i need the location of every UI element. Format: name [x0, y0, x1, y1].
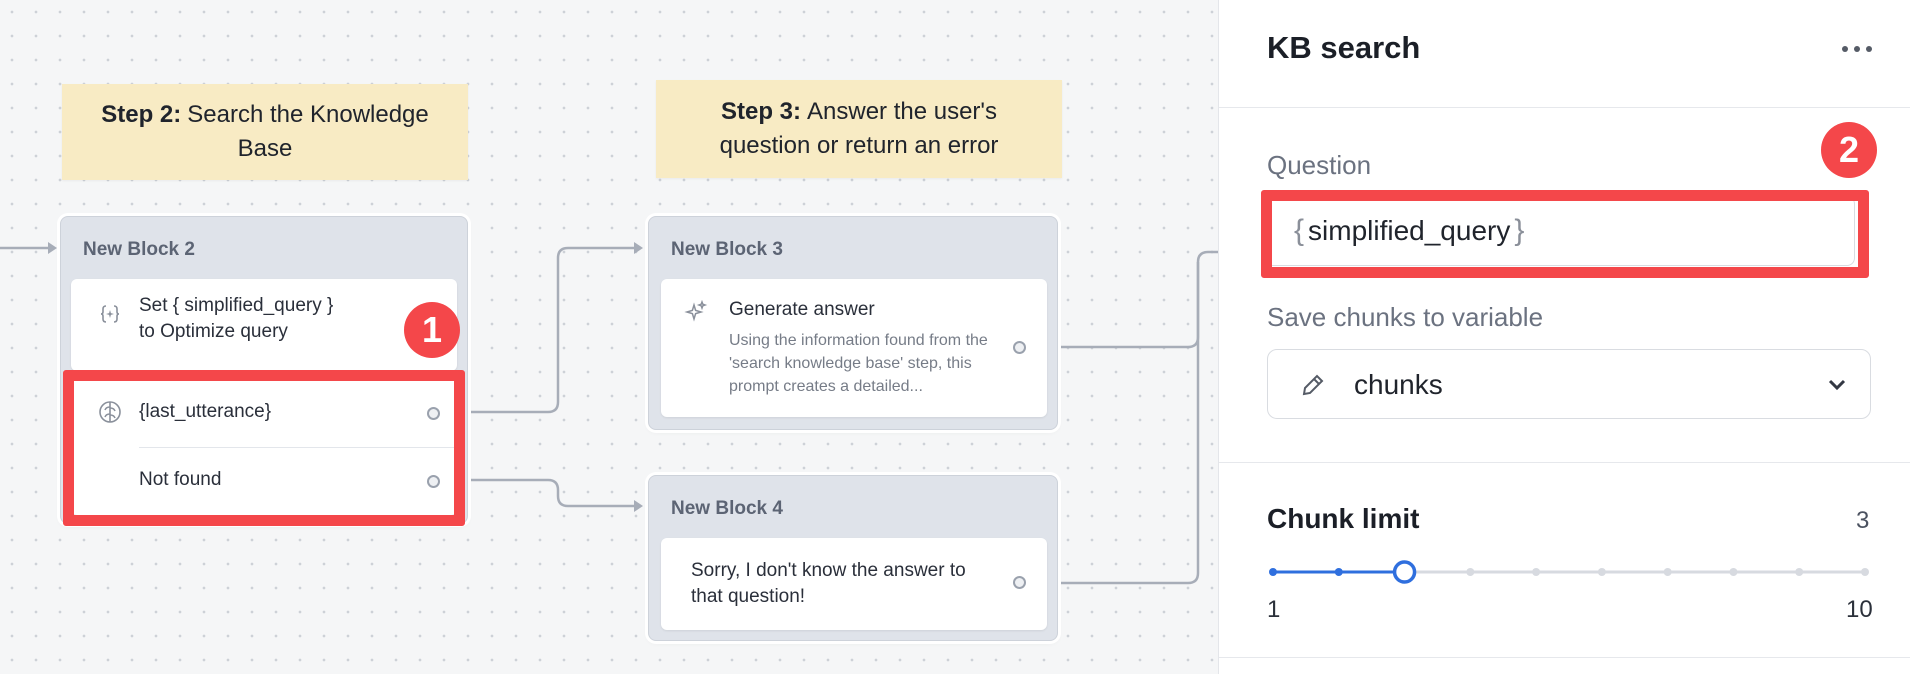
message-text: Sorry, I don't know the answer to that q…: [691, 560, 966, 607]
kb-search-panel: KB search Question 2 { simplified_query …: [1218, 0, 1910, 674]
connection-block4-out: [1047, 262, 1200, 585]
slider-tick: [1795, 568, 1804, 576]
block-new-block-3[interactable]: New Block 3 Generate answer Using the in…: [648, 216, 1058, 430]
chunk-limit-slider[interactable]: [1267, 560, 1871, 584]
slider-tick: [1334, 568, 1343, 576]
slider-tick: [1269, 568, 1277, 576]
panel-divider: [1219, 107, 1910, 108]
generate-answer-step[interactable]: Generate answer Using the information fo…: [661, 279, 1047, 417]
set-line-1: Set { simplified_query }: [139, 295, 334, 316]
pencil-icon: [1302, 374, 1324, 396]
slider-tick: [1663, 568, 1672, 576]
connection-block3-out: [1047, 250, 1218, 349]
set-variable-step[interactable]: Set { simplified_query } to Optimize que…: [71, 279, 457, 371]
highlight-box-1: [63, 370, 465, 526]
arrow-head-in: [48, 242, 57, 254]
slider-thumb[interactable]: [1392, 560, 1417, 584]
block-new-block-4[interactable]: New Block 4 Sorry, I don't know the answ…: [648, 475, 1058, 641]
chunk-limit-value: 3: [1856, 507, 1870, 534]
generate-answer-port[interactable]: [1013, 341, 1026, 354]
set-line-2: to Optimize query: [139, 321, 288, 342]
step-2-note[interactable]: Step 2: Search the Knowledge Base: [62, 84, 468, 180]
variable-icon: [97, 301, 123, 327]
slider-tick: [1729, 568, 1738, 576]
slider-tick: [1532, 568, 1541, 576]
slider-tick: [1466, 568, 1475, 576]
step-3-note-text: Step 3: Answer the user's question or ret…: [719, 98, 999, 159]
slider-max-label: 10: [1846, 596, 1873, 623]
block-title: New Block 4: [671, 498, 783, 519]
chevron-down-icon: [1828, 379, 1846, 391]
message-step[interactable]: Sorry, I don't know the answer to that q…: [661, 538, 1047, 630]
more-options-icon[interactable]: [1837, 36, 1877, 62]
message-port[interactable]: [1013, 576, 1026, 589]
slider-tick: [1597, 568, 1606, 576]
block-title: New Block 3: [671, 239, 783, 260]
annotation-badge-1: 1: [404, 302, 460, 358]
panel-divider: [1219, 657, 1910, 658]
annotation-badge-2: 2: [1821, 122, 1877, 178]
connection-found: [466, 246, 636, 414]
arrow-head-block4: [634, 500, 643, 512]
save-chunks-value: chunks: [1354, 369, 1443, 400]
flow-canvas[interactable]: Step 2: Search the Knowledge Base Step 3:…: [0, 0, 1218, 674]
step-3-note[interactable]: Step 3: Answer the user's question or ret…: [656, 80, 1062, 178]
sparkles-icon: [683, 299, 709, 325]
arrow-head-block3: [634, 242, 643, 254]
block-title: New Block 2: [83, 239, 195, 260]
chunk-limit-label: Chunk limit: [1267, 503, 1420, 534]
generate-answer-title: Generate answer: [729, 299, 875, 320]
save-chunks-select[interactable]: chunks: [1267, 349, 1871, 419]
connection-not-found: [466, 478, 636, 508]
panel-title: KB search: [1267, 30, 1421, 65]
generate-answer-description: Using the information found from the 'se…: [729, 332, 988, 395]
slider-min-label: 1: [1267, 596, 1281, 623]
question-label: Question: [1267, 150, 1372, 180]
highlight-box-2: [1261, 190, 1869, 278]
save-chunks-label: Save chunks to variable: [1267, 302, 1544, 332]
slider-tick: [1861, 568, 1869, 576]
step-2-note-text: Step 2: Search the Knowledge Base: [101, 101, 429, 162]
panel-divider: [1219, 462, 1910, 463]
